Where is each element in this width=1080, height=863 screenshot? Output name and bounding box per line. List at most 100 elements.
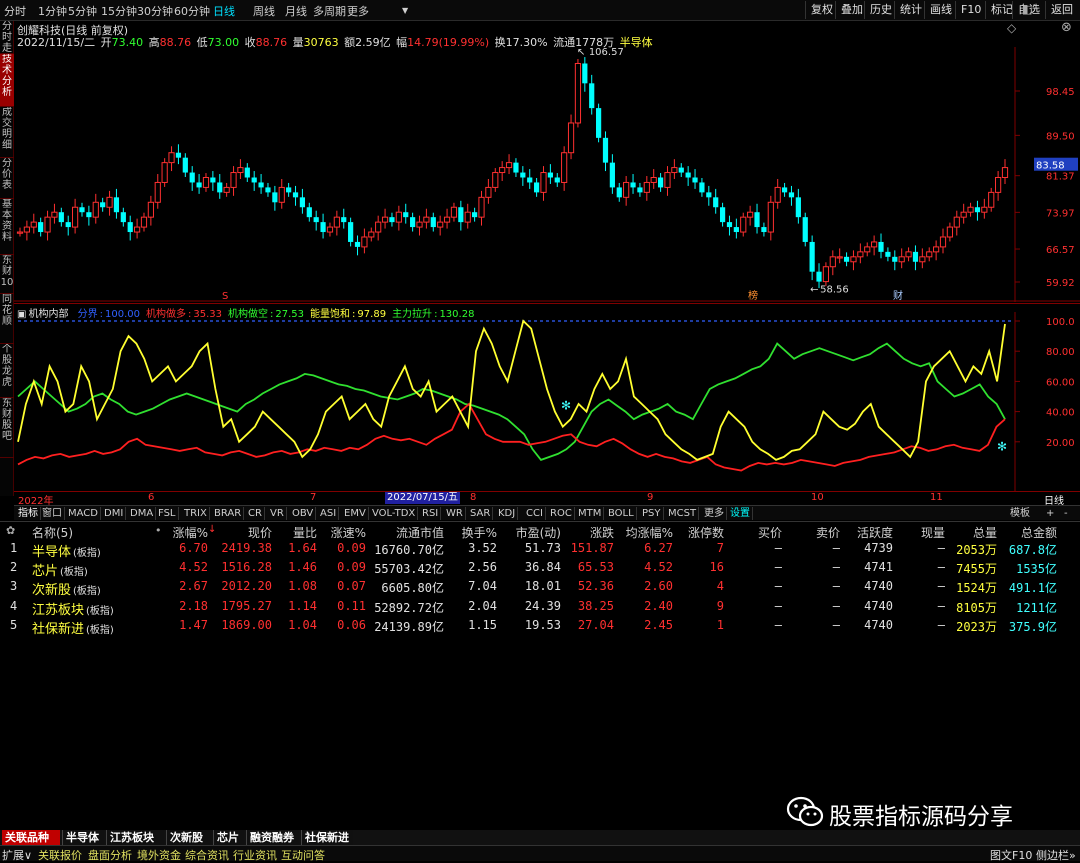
- column-header-3[interactable]: 量比: [293, 524, 317, 541]
- indicator-tab-0[interactable]: 指标: [16, 507, 41, 520]
- indicator-tab-11[interactable]: ASI: [318, 507, 340, 520]
- sector-name[interactable]: 江苏板块: [32, 603, 84, 618]
- indicator-tab-13[interactable]: VOL-TDX: [370, 507, 419, 520]
- row-name-cell[interactable]: 芯片 (板指): [32, 560, 88, 579]
- period-tab-6[interactable]: 日线: [213, 3, 235, 19]
- column-header-9[interactable]: 均涨幅%: [626, 524, 673, 541]
- indicator-tab-9[interactable]: VR: [268, 507, 287, 520]
- toolbar-action-0[interactable]: 复权: [805, 1, 838, 19]
- indicator-tab-right-0[interactable]: 模板: [1008, 507, 1032, 520]
- candle-body: [706, 192, 712, 198]
- watermark-text: 股票指标源码分享: [829, 804, 1013, 830]
- indicator-tab-16[interactable]: SAR: [468, 507, 494, 520]
- column-header-12[interactable]: 卖价: [816, 524, 840, 541]
- diamond-icon[interactable]: ◇: [1007, 21, 1016, 35]
- lock-icon[interactable]: ◧: [1017, 1, 1037, 19]
- column-header-8[interactable]: 涨跌: [590, 524, 614, 541]
- column-header-0[interactable]: 名称(5): [32, 524, 73, 541]
- indicator-tab-19[interactable]: ROC: [548, 507, 575, 520]
- indicator-tab-right-1[interactable]: +: [1044, 507, 1056, 520]
- column-header-16[interactable]: 总金额: [1021, 524, 1057, 541]
- period-tab-9[interactable]: 多周期: [313, 3, 346, 19]
- toolbar-action-5[interactable]: F10: [955, 1, 986, 19]
- indicator-tab-6[interactable]: TRIX: [182, 507, 210, 520]
- sector-name[interactable]: 芯片: [32, 564, 58, 579]
- period-tab-10[interactable]: 更多: [347, 3, 369, 19]
- indicator-tab-24[interactable]: 更多: [702, 507, 727, 520]
- candle-body: [368, 231, 375, 238]
- indicator-tab-7[interactable]: BRAR: [212, 507, 245, 520]
- indicator-tab-right-2[interactable]: -: [1062, 507, 1070, 520]
- indicator-tab-5[interactable]: FSL: [156, 507, 179, 520]
- period-tab-5[interactable]: 60分钟: [174, 3, 210, 19]
- more-dropdown-icon[interactable]: ▼: [402, 6, 408, 15]
- table-row[interactable]: 1 半导体 (板指) 6.70 2419.38 1.64 0.09 16760.70亿 3.52…: [0, 540, 1080, 560]
- indicator-tab-1[interactable]: 窗口: [40, 507, 65, 520]
- indicator-chart[interactable]: ✻ ✻ 100.0 80.00 60.00 40.00 20.00: [0, 312, 1080, 492]
- candle-body: [410, 217, 416, 228]
- row-name-cell[interactable]: 江苏板块 (板指): [32, 599, 114, 618]
- indicator-tab-4[interactable]: DMA: [128, 507, 157, 520]
- column-header-14[interactable]: 现量: [921, 524, 945, 541]
- indicator-tab-25[interactable]: 设置: [728, 507, 753, 520]
- table-row[interactable]: 3 次新股 (板指) 2.67 2012.20 1.08 0.07 6605.80亿 7.04 1…: [0, 578, 1080, 598]
- sector-name[interactable]: 半导体: [32, 545, 71, 560]
- sector-tab-1[interactable]: 半导体: [62, 830, 104, 845]
- indicator-tab-2[interactable]: MACD: [66, 507, 101, 520]
- table-row[interactable]: 4 江苏板块 (板指) 2.18 1795.27 1.14 0.11 52892.72亿 2.0…: [0, 598, 1080, 618]
- toolbar-action-4[interactable]: 画线: [924, 1, 957, 19]
- sector-name[interactable]: 社保新进: [32, 622, 84, 637]
- indicator-tab-17[interactable]: KDJ: [496, 507, 519, 520]
- column-header-15[interactable]: 总量: [973, 524, 997, 541]
- indicator-tab-18[interactable]: CCI: [524, 507, 546, 520]
- sector-tab-6[interactable]: 社保新进: [301, 830, 353, 845]
- period-tab-7[interactable]: 周线: [253, 3, 275, 19]
- period-tab-1[interactable]: 1分钟: [38, 3, 67, 19]
- period-tab-0[interactable]: 分时: [4, 3, 26, 19]
- column-header-11[interactable]: 买价: [758, 524, 782, 541]
- table-row[interactable]: 5 社保新进 (板指) 1.47 1869.00 1.04 0.06 24139.89亿 1.1…: [0, 617, 1080, 637]
- sector-tab-4[interactable]: 芯片: [213, 830, 244, 845]
- chart-marker-2[interactable]: 财: [893, 289, 903, 302]
- sector-tab-2[interactable]: 江苏板块: [106, 830, 164, 845]
- sector-name[interactable]: 次新股: [32, 583, 71, 598]
- toolbar-action-2[interactable]: 历史: [864, 1, 897, 19]
- sector-tab-5[interactable]: 融资融券: [246, 830, 299, 845]
- column-header-10[interactable]: 涨停数: [688, 524, 724, 541]
- indicator-tab-22[interactable]: PSY: [640, 507, 664, 520]
- period-tab-2[interactable]: 5分钟: [68, 3, 97, 19]
- settings-gear-icon[interactable]: ✿: [6, 524, 15, 537]
- row-name-cell[interactable]: 社保新进 (板指): [32, 618, 114, 637]
- chart-marker-0[interactable]: S: [222, 291, 228, 302]
- row-name-cell[interactable]: 次新股 (板指): [32, 579, 101, 598]
- table-row[interactable]: 2 芯片 (板指) 4.52 1516.28 1.46 0.09 55703.42亿 2.56 3…: [0, 559, 1080, 579]
- cell-cur: –: [937, 579, 945, 594]
- close-icon[interactable]: ⊗: [1061, 20, 1072, 35]
- column-header-2[interactable]: 现价: [248, 524, 272, 541]
- indicator-tab-15[interactable]: WR: [444, 507, 466, 520]
- column-header-1[interactable]: 涨幅%: [173, 524, 208, 541]
- toolbar-action-8[interactable]: 返回: [1045, 1, 1078, 19]
- period-tab-4[interactable]: 30分钟: [137, 3, 173, 19]
- indicator-tab-14[interactable]: RSI: [420, 507, 442, 520]
- toolbar-action-3[interactable]: 统计: [894, 1, 927, 19]
- indicator-tab-12[interactable]: EMV: [342, 507, 369, 520]
- column-header-7[interactable]: 市盈(动): [516, 524, 561, 541]
- column-header-4[interactable]: 涨速%: [331, 524, 366, 541]
- sector-tab-3[interactable]: 次新股: [166, 830, 211, 845]
- column-header-13[interactable]: 活跃度: [857, 524, 893, 541]
- indicator-tab-21[interactable]: BOLL: [606, 507, 637, 520]
- column-header-5[interactable]: 流通市值: [396, 524, 444, 541]
- indicator-tab-10[interactable]: OBV: [290, 507, 317, 520]
- indicator-tab-3[interactable]: DMI: [102, 507, 127, 520]
- chart-marker-1[interactable]: 榜: [748, 289, 758, 302]
- indicator-tab-8[interactable]: CR: [246, 507, 265, 520]
- sector-tab-0[interactable]: 关联品种: [2, 830, 60, 845]
- row-name-cell[interactable]: 半导体 (板指): [32, 541, 101, 560]
- indicator-tab-23[interactable]: MCST: [666, 507, 700, 520]
- candlestick-chart[interactable]: 106.57 ↖ 58.56← S 榜 财 98.45 89.50 81.37 73.97 66.…: [0, 47, 1080, 302]
- column-header-6[interactable]: 换手%: [462, 524, 497, 541]
- period-tab-8[interactable]: 月线: [285, 3, 307, 19]
- period-tab-3[interactable]: 15分钟: [101, 3, 137, 19]
- indicator-tab-20[interactable]: MTM: [576, 507, 605, 520]
